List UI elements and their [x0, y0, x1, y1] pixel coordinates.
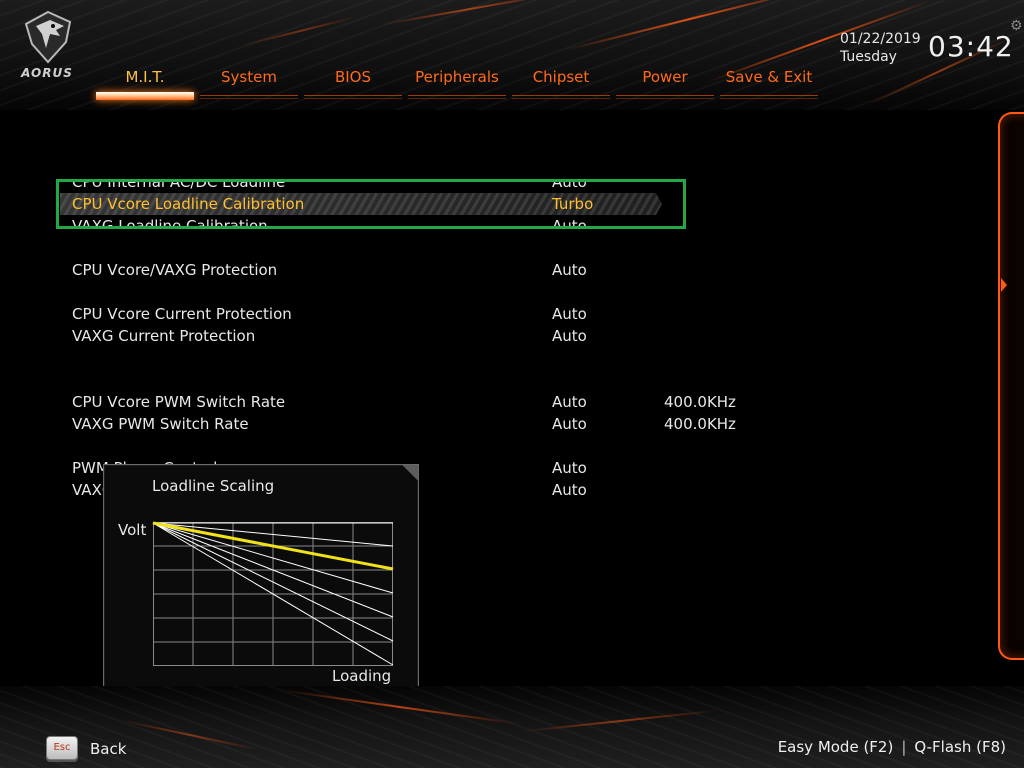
setting-value: Auto: [552, 393, 587, 411]
footer-separator: |: [901, 738, 907, 756]
loadline-diagram: [152, 521, 394, 666]
setting-name: VAXG Current Protection: [72, 327, 256, 345]
setting-value: Auto: [552, 481, 587, 499]
footer-shortcuts: Easy Mode (F2) | Q-Flash (F8): [778, 738, 1006, 756]
gear-icon[interactable]: ⚙: [1010, 18, 1023, 34]
setting-value: Auto: [552, 415, 587, 433]
decorative-streak: [563, 0, 817, 52]
tab-mit[interactable]: M.I.T.: [96, 64, 194, 100]
setting-value: Auto: [552, 305, 587, 323]
setting-row-cpu-vcore-vaxg-protection[interactable]: CPU Vcore/VAXG Protection Auto: [72, 259, 772, 281]
tab-save-exit[interactable]: Save & Exit: [720, 64, 818, 100]
decorative-streak: [241, 15, 359, 47]
weekday-text: Tuesday: [840, 49, 897, 65]
brand-name: AORUS: [21, 66, 73, 80]
setting-name: CPU Vcore PWM Switch Rate: [72, 393, 286, 411]
setting-row-vaxg-current-protection[interactable]: VAXG Current Protection Auto: [72, 325, 772, 347]
tab-system[interactable]: System: [200, 64, 298, 100]
setting-row-vaxg-pwm-switch-rate[interactable]: VAXG PWM Switch Rate Auto 400.0KHz: [72, 413, 772, 435]
decorative-streak: [121, 719, 259, 751]
tab-bios[interactable]: BIOS: [304, 64, 402, 100]
easy-mode-button[interactable]: Easy Mode (F2): [778, 738, 894, 756]
decorative-streak: [381, 0, 559, 26]
selection-box: [56, 179, 686, 229]
esc-key-icon[interactable]: Esc: [46, 736, 78, 760]
setting-name: CPU Vcore/VAXG Protection: [72, 261, 278, 279]
setting-name: VAXG PWM Switch Rate: [72, 415, 249, 433]
eagle-icon: [24, 10, 72, 64]
setting-value: Auto: [552, 459, 587, 477]
setting-row-cpu-vcore-current-protection[interactable]: CPU Vcore Current Protection Auto: [72, 303, 772, 325]
popup-y-label: Volt: [118, 521, 147, 539]
setting-row-cpu-vcore-pwm-switch-rate[interactable]: CPU Vcore PWM Switch Rate Auto 400.0KHz: [72, 391, 772, 413]
decorative-streak: [520, 709, 720, 733]
back-button[interactable]: Back: [90, 740, 126, 758]
setting-value: Auto: [552, 327, 587, 345]
tab-chipset[interactable]: Chipset: [512, 64, 610, 100]
time-display: 03:42: [928, 30, 1014, 63]
setting-readout: 400.0KHz: [664, 415, 736, 433]
side-panel-edge[interactable]: [998, 112, 1024, 660]
date-text: 01/22/2019: [840, 31, 921, 47]
setting-readout: 400.0KHz: [664, 393, 736, 411]
popup-x-label: Loading: [332, 667, 392, 685]
setting-value: Auto: [552, 261, 587, 279]
loadline-scaling-popup: Loadline Scaling Volt Loading: [103, 464, 419, 698]
tab-peripherals[interactable]: Peripherals: [408, 64, 506, 100]
qflash-button[interactable]: Q-Flash (F8): [914, 738, 1006, 756]
aorus-logo: AORUS: [12, 8, 82, 83]
setting-name: CPU Vcore Current Protection: [72, 305, 292, 323]
date-display: 01/22/2019 Tuesday: [840, 30, 921, 66]
tab-power[interactable]: Power: [616, 64, 714, 100]
popup-title: Loadline Scaling: [152, 477, 275, 495]
chevron-right-icon[interactable]: [1001, 278, 1007, 292]
decorative-streak: [281, 689, 519, 725]
